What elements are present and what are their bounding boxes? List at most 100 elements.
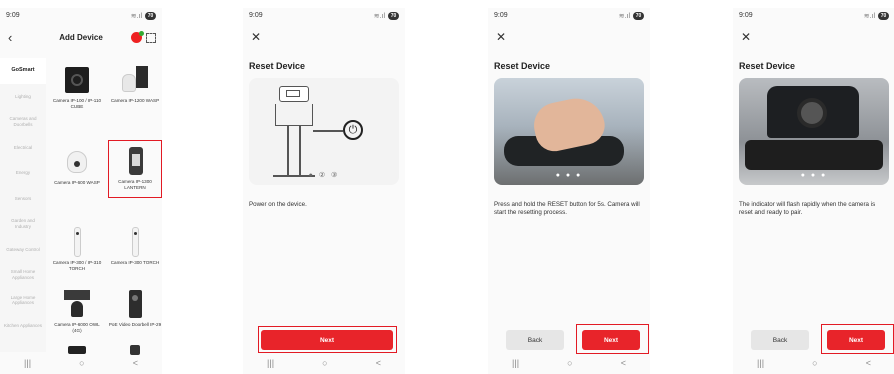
sidebar-item-gosmart[interactable]: GoSmart xyxy=(0,58,46,84)
camera-dome-image xyxy=(62,146,92,178)
signal-icon: ≋.ıl xyxy=(373,13,385,20)
device-name: Camera IP-1300 LANTERN xyxy=(118,179,152,190)
device-card[interactable]: Camera IP-300 / IP-310 TORCH xyxy=(50,222,104,280)
highlight-box xyxy=(576,324,649,354)
scan-qr-icon[interactable] xyxy=(146,32,156,43)
sidebar-item-lighting[interactable]: Lighting xyxy=(0,84,46,110)
instruction-text: Press and hold the RESET button for 5s. … xyxy=(494,201,640,217)
sidebar-item-sensors[interactable]: Sensors xyxy=(0,186,46,212)
sidebar-item-cameras[interactable]: Cameras and Doorbells xyxy=(0,109,46,135)
camera-lantern-image xyxy=(121,145,151,177)
close-icon[interactable]: ✕ xyxy=(251,30,261,44)
status-icons: ≋.ıl 70 xyxy=(619,12,644,20)
status-icons: ≋.ıl 70 xyxy=(864,12,889,20)
device-name: Camera IP-300 / IP-310 TORCH xyxy=(52,260,102,271)
system-nav-bar: ||| ○ < xyxy=(0,352,162,374)
status-time: 9:09 xyxy=(494,12,508,19)
nav-back-icon[interactable]: < xyxy=(866,358,871,368)
status-bar: 9:09 ≋.ıl 70 xyxy=(739,12,889,22)
device-card[interactable]: Camera IP-1200 WASP xyxy=(108,60,162,118)
battery-icon: 70 xyxy=(633,12,644,20)
recent-apps-icon[interactable]: ||| xyxy=(267,358,274,368)
system-nav-bar: ||| ○ < xyxy=(733,352,894,374)
instruction-text: The indicator will flash rapidly when th… xyxy=(739,201,876,217)
sidebar-item-kitchen[interactable]: Kitchen Appliances xyxy=(0,313,46,339)
battery-icon: 70 xyxy=(145,12,156,20)
camera-base xyxy=(745,140,883,170)
sidebar-item-large-appliances[interactable]: Large Home Appliances xyxy=(0,288,46,314)
highlight-box xyxy=(258,326,397,353)
category-sidebar: GoSmart Lighting Cameras and Doorbells E… xyxy=(0,58,46,352)
reset-device-step3-screen: 9:09 ≋.ıl 70 ✕ Reset Device ● ● ● The in… xyxy=(733,8,894,374)
page-title: Reset Device xyxy=(249,61,306,71)
nav-back-icon[interactable]: < xyxy=(621,358,626,368)
power-on-illustration: ⏻ ● ② ③ xyxy=(249,78,399,185)
status-time: 9:09 xyxy=(6,12,20,19)
battery-icon: 70 xyxy=(388,12,399,20)
add-device-screen: 9:09 ≋.ıl 70 ‹ Add Device GoSmart Lighti… xyxy=(0,8,162,374)
device-name: Camera IP-1200 WASP xyxy=(110,98,160,103)
page-title: Reset Device xyxy=(739,61,796,71)
reset-device-step1-screen: 9:09 ≋.ıl 70 ✕ Reset Device ⏻ ● ② ③ Powe… xyxy=(243,8,405,374)
status-icons: ≋.ıl 70 xyxy=(131,12,156,20)
home-icon[interactable]: ○ xyxy=(812,358,817,368)
recent-apps-icon[interactable]: ||| xyxy=(24,358,31,368)
system-nav-bar: ||| ○ < xyxy=(243,352,405,374)
device-card[interactable]: Camera IP-600 WASP xyxy=(50,142,104,200)
device-grid: Camera IP-100 / IP-110 CUBE Camera IP-12… xyxy=(50,58,162,355)
signal-icon: ≋.ıl xyxy=(618,13,630,20)
doorbell-image xyxy=(120,288,150,320)
reset-device-step2-screen: 9:09 ≋.ıl 70 ✕ Reset Device ● ● ● Press … xyxy=(488,8,650,374)
device-name: Camera IP-100 / IP-110 CUBE xyxy=(52,98,102,109)
signal-icon: ≋.ıl xyxy=(130,13,142,20)
close-icon[interactable]: ✕ xyxy=(496,30,506,44)
nav-back-icon[interactable]: < xyxy=(376,358,381,368)
camera-wasp-image xyxy=(120,64,150,96)
camera-torch-image xyxy=(62,226,92,258)
step-indicator: ● ● ● xyxy=(555,172,583,179)
highlight-box xyxy=(821,324,894,354)
auto-discover-icon[interactable] xyxy=(131,31,144,43)
back-button[interactable]: Back xyxy=(506,330,564,350)
nav-back-icon[interactable]: < xyxy=(133,358,138,368)
status-bar: 9:09 ≋.ıl 70 xyxy=(249,12,399,22)
camera-lens xyxy=(797,98,827,128)
signal-icon: ≋.ıl xyxy=(863,13,875,20)
home-icon[interactable]: ○ xyxy=(567,358,572,368)
header-actions xyxy=(131,31,156,43)
system-nav-bar: ||| ○ < xyxy=(488,352,650,374)
reset-button-photo: ● ● ● xyxy=(494,78,644,185)
device-card-selected[interactable]: Camera IP-1300 LANTERN xyxy=(108,140,162,198)
camera-torch-image xyxy=(120,226,150,258)
recent-apps-icon[interactable]: ||| xyxy=(512,358,519,368)
cable-line xyxy=(313,130,343,132)
power-plug-icon: ⏻ xyxy=(343,120,363,140)
device-name: Camera IP-300 TORCH xyxy=(110,260,160,265)
camera-outline-icon xyxy=(273,86,315,178)
sidebar-item-gateway[interactable]: Gateway Control xyxy=(0,237,46,263)
status-bar: 9:09 ≋.ıl 70 xyxy=(494,12,644,22)
header: ‹ Add Device xyxy=(0,30,162,48)
sidebar-item-electrical[interactable]: Electrical xyxy=(0,135,46,161)
step-indicator: ● ● ● xyxy=(800,172,828,179)
battery-icon: 70 xyxy=(878,12,889,20)
close-icon[interactable]: ✕ xyxy=(741,30,751,44)
home-icon[interactable]: ○ xyxy=(322,358,327,368)
sidebar-item-energy[interactable]: Energy xyxy=(0,160,46,186)
status-bar: 9:09 ≋.ıl 70 xyxy=(6,12,156,22)
device-card[interactable]: Camera IP-300 TORCH xyxy=(108,222,162,280)
device-card[interactable]: Camera IP-100 / IP-110 CUBE xyxy=(50,60,104,118)
recent-apps-icon[interactable]: ||| xyxy=(757,358,764,368)
camera-cube-image xyxy=(62,64,92,96)
status-icons: ≋.ıl 70 xyxy=(374,12,399,20)
page-title: Reset Device xyxy=(494,61,551,71)
device-name: Camera IP-600 WASP xyxy=(54,180,100,185)
back-button[interactable]: Back xyxy=(751,330,809,350)
home-icon[interactable]: ○ xyxy=(79,358,84,368)
indicator-photo: ● ● ● xyxy=(739,78,889,185)
sidebar-item-small-appliances[interactable]: Small Home Appliances xyxy=(0,262,46,288)
status-time: 9:09 xyxy=(249,12,263,19)
step-indicator: ● ② ③ xyxy=(308,172,340,179)
instruction-text: Power on the device. xyxy=(249,201,307,208)
sidebar-item-garden[interactable]: Garden and Industry xyxy=(0,211,46,237)
